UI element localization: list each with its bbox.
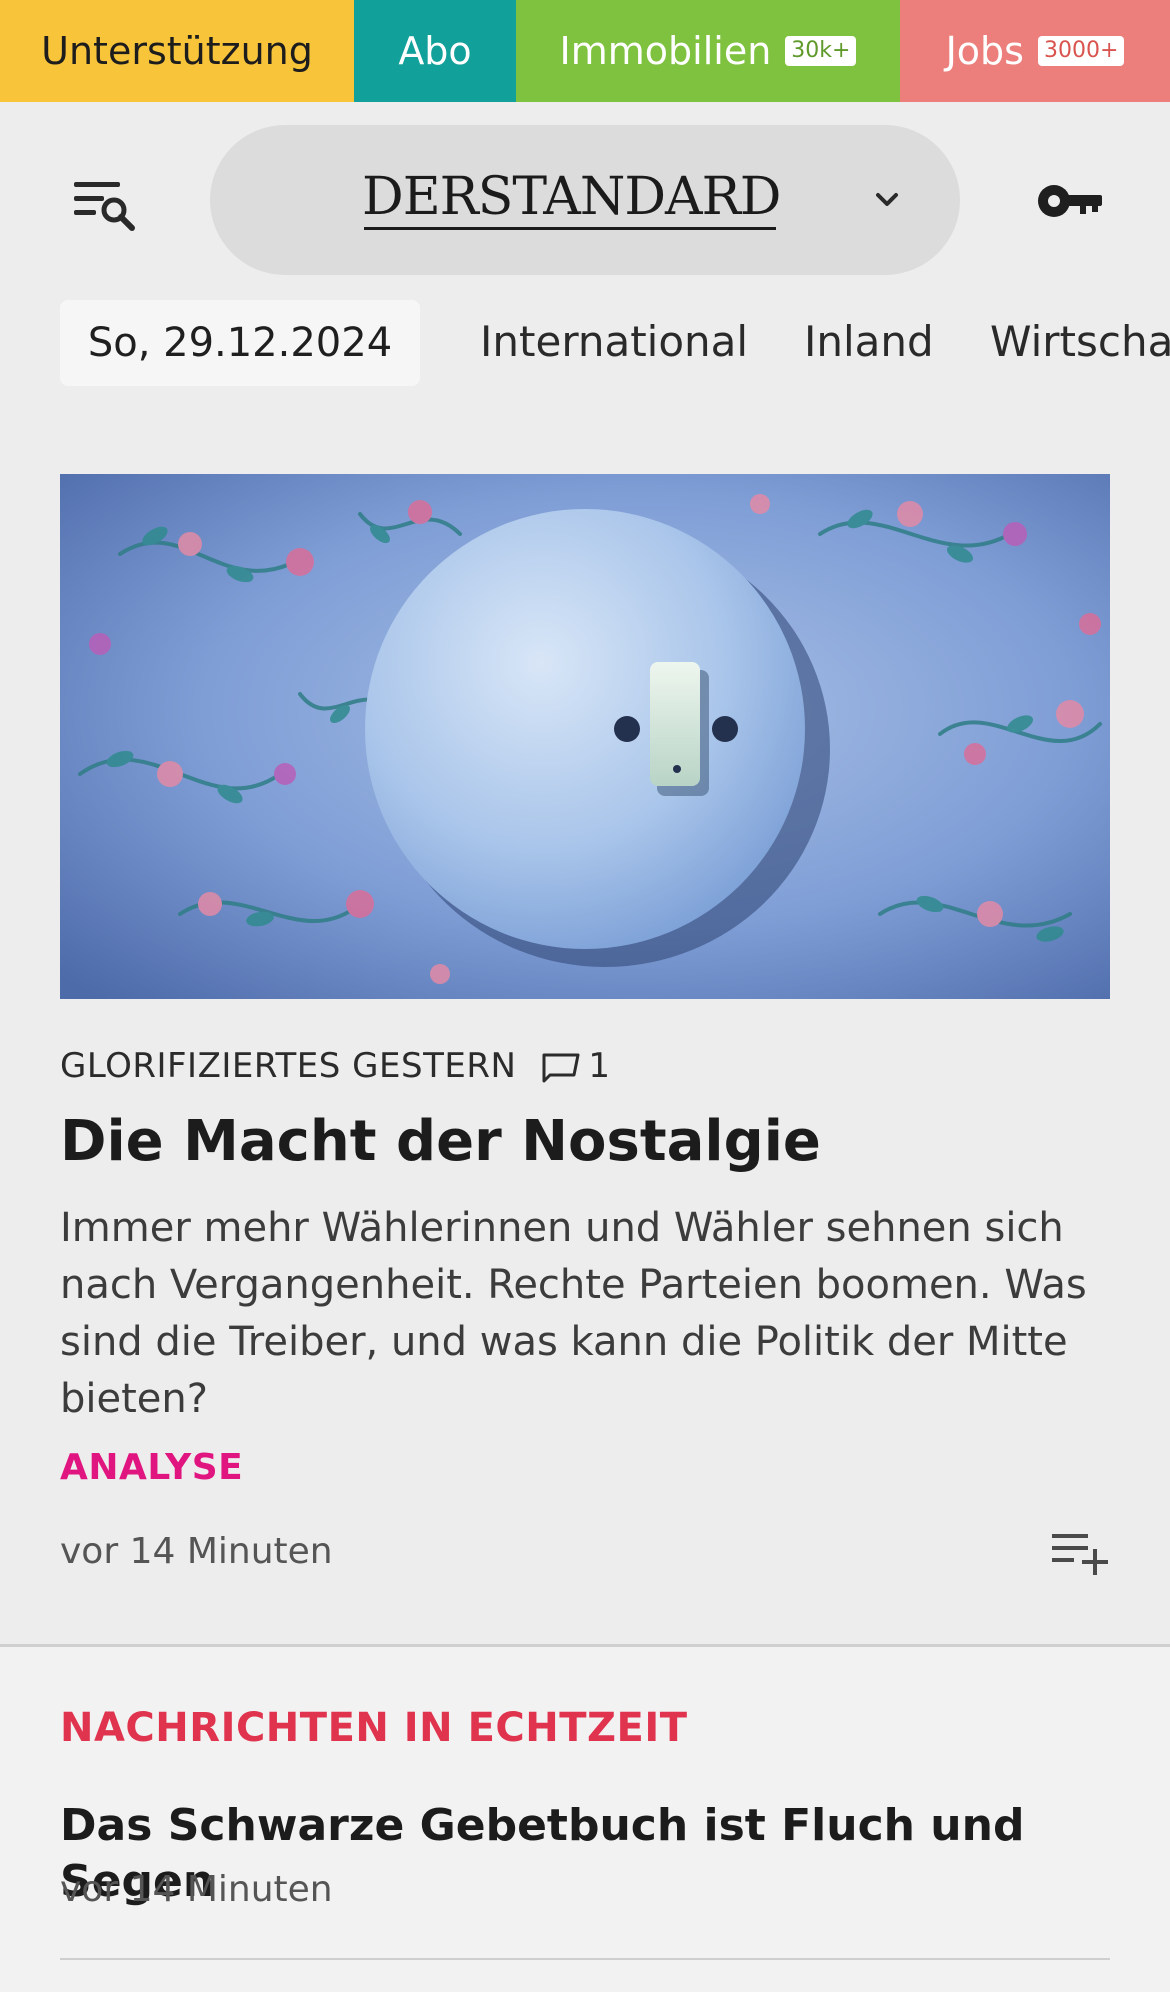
logo-underline	[364, 227, 776, 230]
comment-count: 1	[588, 1046, 611, 1086]
date-label: So, 29.12.2024	[87, 320, 393, 366]
list-divider	[60, 1958, 1110, 1960]
article-teaser[interactable]: Immer mehr Wählerinnen und Wähler sehnen…	[60, 1200, 1120, 1428]
nav-item-wirtschaft[interactable]: Wirtscha	[990, 310, 1170, 374]
key-icon	[1038, 185, 1102, 217]
logo-pill[interactable]: DERSTANDARD	[210, 125, 960, 275]
current-date[interactable]: So, 29.12.2024	[60, 300, 420, 386]
article-kicker[interactable]: GLORIFIZIERTES GESTERN 1	[60, 1042, 611, 1090]
top-service-bar: Unterstützung Abo Immobilien 30k+ Jobs 3…	[0, 0, 1170, 102]
immobilien-link[interactable]: Immobilien 30k+	[516, 0, 900, 102]
login-button[interactable]	[1036, 178, 1106, 224]
site-logo: DERSTANDARD	[362, 167, 781, 227]
jobs-count-badge: 3000+	[1037, 36, 1125, 66]
menu-search-button[interactable]	[70, 176, 140, 236]
chevron-down-icon[interactable]	[870, 183, 904, 217]
abo-link[interactable]: Abo	[354, 0, 516, 102]
nav-item-international[interactable]: International	[480, 310, 748, 374]
article-timestamp: vor 14 Minuten	[60, 1531, 333, 1572]
live-news-item-timestamp: vor 14 Minuten	[60, 1869, 333, 1910]
jobs-link[interactable]: Jobs 3000+	[900, 0, 1170, 102]
playlist-add-icon	[1052, 1534, 1108, 1575]
comment-icon	[542, 1053, 580, 1083]
immobilien-label: Immobilien	[559, 29, 772, 73]
support-label: Unterstützung	[41, 29, 313, 73]
kicker-label: GLORIFIZIERTES GESTERN	[60, 1046, 517, 1086]
menu-search-icon	[74, 182, 135, 231]
support-link[interactable]: Unterstützung	[0, 0, 354, 102]
add-to-reading-list-button[interactable]	[1050, 1530, 1112, 1578]
article-headline[interactable]: Die Macht der Nostalgie	[60, 1106, 1120, 1178]
jobs-label: Jobs	[945, 29, 1024, 73]
article-type-label: ANALYSE	[60, 1447, 244, 1488]
abo-label: Abo	[398, 29, 472, 73]
immobilien-count-badge: 30k+	[785, 36, 857, 66]
hero-image[interactable]	[60, 474, 1110, 999]
nav-item-inland[interactable]: Inland	[804, 310, 934, 374]
light-switch-photo	[60, 474, 1110, 999]
live-news-title[interactable]: NACHRICHTEN IN ECHTZEIT	[60, 1702, 688, 1754]
